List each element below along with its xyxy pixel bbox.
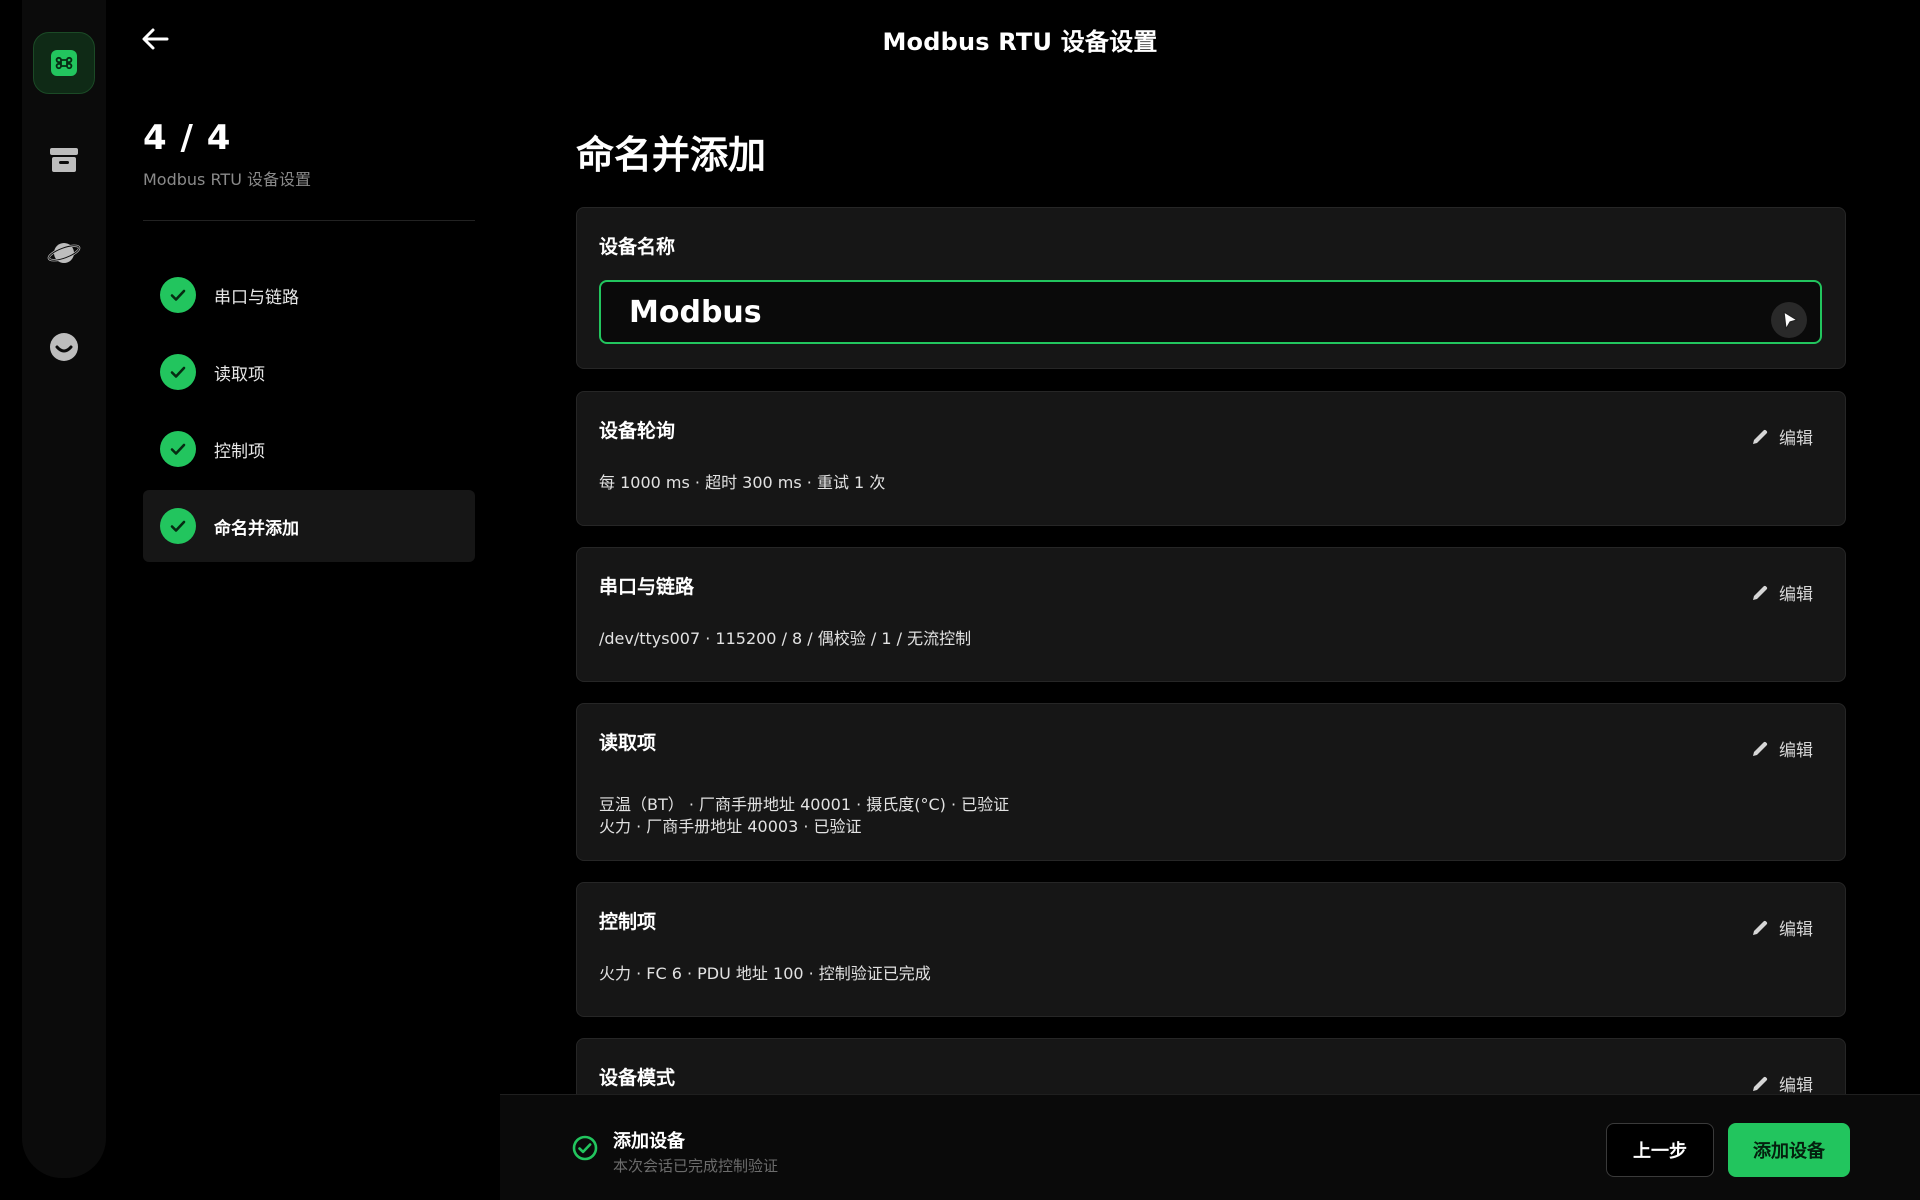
device-mode-card: 设备模式 编辑 [576,1038,1846,1094]
card-title: 控制项 [599,911,657,933]
add-device-button[interactable]: 添加设备 [1728,1123,1850,1177]
check-circle-icon [160,354,196,390]
smiley-icon [50,333,78,361]
divider [143,220,475,221]
step-item-name-add[interactable]: 命名并添加 [143,490,475,562]
card-line: 每 1000 ms · 超时 300 ms · 重试 1 次 [599,473,886,492]
card-line: 豆温（BT） · 厂商手册地址 40001 · 摄氏度(°C) · 已验证 [599,795,1010,814]
previous-step-button[interactable]: 上一步 [1606,1123,1714,1177]
serial-card: 串口与链路 编辑 /dev/ttys007 · 115200 / 8 / 偶校验… [576,547,1846,682]
read-items-card: 读取项 编辑 豆温（BT） · 厂商手册地址 40001 · 摄氏度(°C) ·… [576,703,1846,861]
check-circle-outline-icon [572,1135,598,1161]
check-circle-icon [160,277,196,313]
pencil-icon [1753,741,1768,756]
pencil-icon [1753,585,1768,600]
step-subtitle: Modbus RTU 设备设置 [143,170,311,189]
edit-label: 编辑 [1779,741,1813,761]
steps-panel: 4 / 4 Modbus RTU 设备设置 串口与链路 读取项 控制项 命名并添… [143,118,475,567]
step-label: 控制项 [214,441,265,462]
main-content: 命名并添加 设备名称 设备轮询 编辑 每 1000 ms · 超时 300 ms… [576,0,1846,1094]
check-circle-icon [160,508,196,544]
edit-button[interactable]: 编辑 [1751,580,1813,605]
device-name-card: 设备名称 [576,207,1846,369]
section-title: 命名并添加 [576,133,767,177]
rail-item-planet[interactable] [33,222,95,284]
card-title: 设备模式 [599,1067,676,1089]
check-circle-icon [160,431,196,467]
step-item-read[interactable]: 读取项 [143,336,475,408]
card-title: 读取项 [599,732,657,754]
card-line: 火力 · FC 6 · PDU 地址 100 · 控制验证已完成 [599,964,931,983]
card-line: /dev/ttys007 · 115200 / 8 / 偶校验 / 1 / 无流… [599,629,972,648]
card-body: 豆温（BT） · 厂商手册地址 40001 · 摄氏度(°C) · 已验证 火力… [599,794,1009,838]
mouse-pointer-icon [1770,301,1808,343]
card-title: 设备轮询 [599,420,676,442]
pencil-icon [1753,1076,1768,1091]
rail-item-archive[interactable] [33,129,95,191]
planet-icon [47,243,81,263]
edit-label: 编辑 [1779,429,1813,449]
edit-button[interactable]: 编辑 [1751,1071,1813,1094]
rail-item-profile[interactable] [33,316,95,378]
edit-button[interactable]: 编辑 [1751,424,1813,449]
card-line: 火力 · 厂商手册地址 40003 · 已验证 [599,817,862,836]
archive-box-icon [50,148,78,172]
status-subtitle: 本次会话已完成控制验证 [613,1157,779,1175]
steps-list: 串口与链路 读取项 控制项 命名并添加 [143,259,475,562]
card-body: 火力 · FC 6 · PDU 地址 100 · 控制验证已完成 [599,963,931,985]
bottom-action-bar: 添加设备 本次会话已完成控制验证 上一步 添加设备 [500,1094,1920,1200]
edit-label: 编辑 [1779,585,1813,605]
edit-label: 编辑 [1779,1076,1813,1094]
card-title: 设备名称 [599,236,676,258]
edit-label: 编辑 [1779,920,1813,940]
card-title: 串口与链路 [599,576,695,598]
status-title: 添加设备 [613,1131,685,1152]
step-label: 读取项 [214,364,265,385]
step-item-control[interactable]: 控制项 [143,413,475,485]
step-label: 命名并添加 [214,518,299,539]
polling-card: 设备轮询 编辑 每 1000 ms · 超时 300 ms · 重试 1 次 [576,391,1846,526]
step-count: 4 / 4 [143,118,232,158]
edit-button[interactable]: 编辑 [1751,736,1813,761]
edit-button[interactable]: 编辑 [1751,915,1813,940]
control-card: 控制项 编辑 火力 · FC 6 · PDU 地址 100 · 控制验证已完成 [576,882,1846,1017]
step-label: 串口与链路 [214,287,299,308]
pencil-icon [1753,429,1768,444]
step-item-serial[interactable]: 串口与链路 [143,259,475,331]
device-name-input[interactable] [599,280,1822,344]
card-body: 每 1000 ms · 超时 300 ms · 重试 1 次 [599,472,885,494]
pencil-icon [1753,920,1768,935]
card-body: /dev/ttys007 · 115200 / 8 / 偶校验 / 1 / 无流… [599,628,971,650]
icon-rail [22,0,106,1178]
